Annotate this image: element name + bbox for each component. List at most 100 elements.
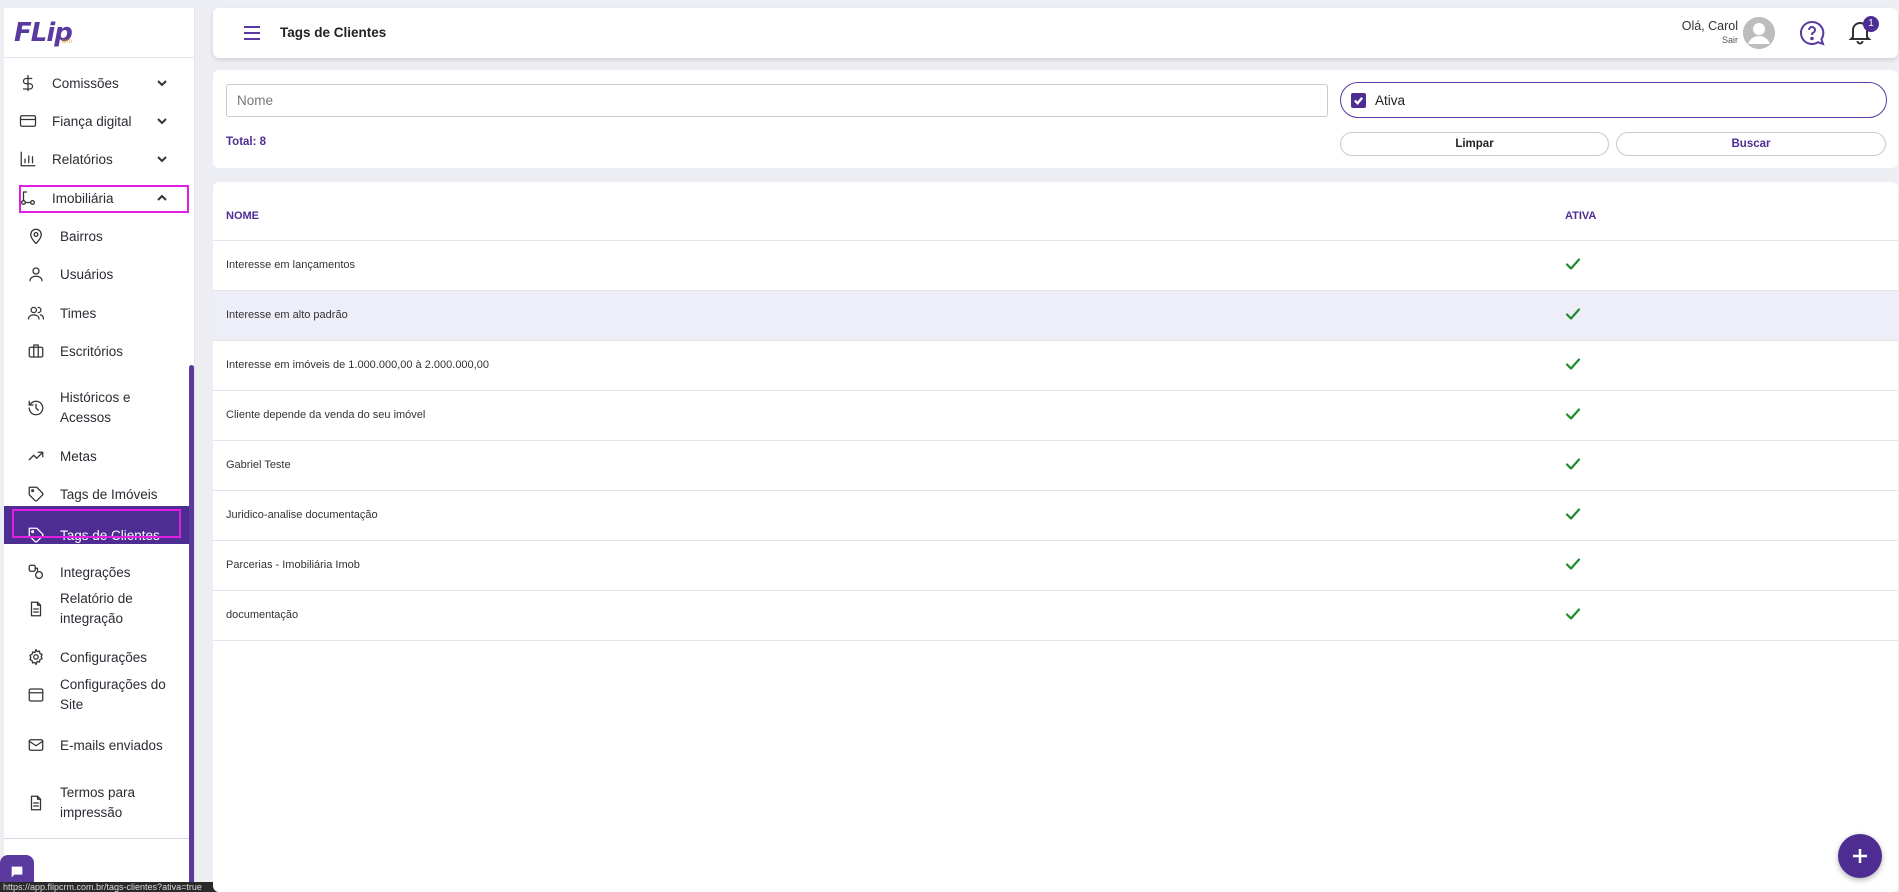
tag-icon xyxy=(26,525,46,545)
sidebar-item-label: Escritórios xyxy=(60,343,124,359)
search-button[interactable]: Buscar xyxy=(1616,132,1886,156)
column-header-ativa[interactable]: ATIVA xyxy=(1565,210,1596,222)
check-icon xyxy=(1565,456,1581,472)
greeting-name: Olá, Carol xyxy=(1681,19,1738,33)
table-row[interactable]: Interesse em alto padrão xyxy=(213,291,1898,341)
sidebar-item-usuarios[interactable]: Usuários xyxy=(4,259,190,289)
sidebar: FLip crm Comissões Fiança digital Relató… xyxy=(4,8,195,892)
sidebar-item-label: Times xyxy=(60,305,97,321)
logo[interactable]: FLip crm xyxy=(4,8,194,58)
notification-badge: 1 xyxy=(1863,16,1879,32)
sidebar-item-historicos[interactable]: Históricos e Acessos xyxy=(4,388,190,430)
sidebar-item-tags-imoveis[interactable]: Tags de Imóveis xyxy=(4,479,190,509)
flow-icon xyxy=(18,188,38,208)
sidebar-item-configuracoes-site[interactable]: Configurações do Site xyxy=(4,675,190,717)
table-row[interactable]: Juridico-analise documentação xyxy=(213,491,1898,541)
sidebar-item-fianca-digital[interactable]: Fiança digital xyxy=(4,106,190,136)
name-search-input[interactable] xyxy=(226,84,1328,117)
add-tag-button[interactable] xyxy=(1838,834,1882,878)
sidebar-item-imobiliaria[interactable]: Imobiliária xyxy=(4,183,190,213)
check-icon xyxy=(1565,556,1581,572)
bar-chart-icon xyxy=(18,149,38,169)
cell-name: Gabriel Teste xyxy=(226,459,291,471)
sidebar-item-label: E-mails enviados xyxy=(60,737,163,753)
table-row[interactable]: documentação xyxy=(213,591,1898,641)
sidebar-item-label: Relatórios xyxy=(52,151,113,167)
menu-icon[interactable] xyxy=(243,25,261,41)
check-icon xyxy=(1565,406,1581,422)
mail-icon xyxy=(26,735,46,755)
user-icon xyxy=(26,264,46,284)
plus-icon xyxy=(1853,849,1867,863)
table-row[interactable]: Cliente depende da venda do seu imóvel xyxy=(213,391,1898,441)
sidebar-item-configuracoes[interactable]: Configurações xyxy=(4,642,190,672)
sidebar-item-label: Metas xyxy=(60,448,97,464)
window-icon xyxy=(26,685,46,705)
cell-name: Parcerias - Imobiliária Imob xyxy=(226,559,360,571)
bell-icon[interactable]: 1 xyxy=(1846,16,1879,48)
briefcase-icon xyxy=(26,341,46,361)
logo-sub: crm xyxy=(61,38,72,45)
dollar-icon xyxy=(18,73,38,93)
cell-name: Interesse em lançamentos xyxy=(226,259,356,271)
ativa-checkbox[interactable] xyxy=(1351,92,1366,108)
sidebar-item-bairros[interactable]: Bairros xyxy=(4,221,190,251)
sidebar-item-label: Históricos e Acessos xyxy=(60,390,131,425)
help-icon[interactable] xyxy=(1798,19,1826,47)
sidebar-item-label: Usuários xyxy=(60,266,114,282)
sidebar-item-emails-enviados[interactable]: E-mails enviados xyxy=(4,730,190,760)
cell-name: Cliente depende da venda do seu imóvel xyxy=(226,409,426,421)
clear-button[interactable]: Limpar xyxy=(1340,132,1609,156)
file-icon xyxy=(26,599,46,619)
total-count: Total: 8 xyxy=(226,136,267,148)
sidebar-item-relatorio-integracao[interactable]: Relatório de integração xyxy=(4,589,190,631)
sidebar-item-termos-impressao[interactable]: Termos para impressão xyxy=(4,783,190,825)
user-greeting: Olá, Carol Sair xyxy=(1682,19,1738,45)
sidebar-item-label: Fiança digital xyxy=(52,113,132,129)
ativa-label: Ativa xyxy=(1375,92,1406,108)
sidebar-item-label: Tags de Imóveis xyxy=(60,486,158,502)
chat-icon xyxy=(11,866,23,878)
sidebar-scrollbar[interactable] xyxy=(189,365,194,892)
sidebar-item-label: Imobiliária xyxy=(52,190,114,206)
sidebar-item-times[interactable]: Times xyxy=(4,298,190,328)
cell-name: Juridico-analise documentação xyxy=(226,509,378,521)
table-row[interactable]: Gabriel Teste xyxy=(213,441,1898,491)
sidebar-item-escritorios[interactable]: Escritórios xyxy=(4,336,190,366)
table-row[interactable]: Interesse em imóveis de 1.000.000,00 à 2… xyxy=(213,341,1898,391)
sidebar-item-label: Bairros xyxy=(60,228,103,244)
sidebar-item-label: Tags de Clientes xyxy=(60,527,160,543)
sidebar-item-label: Comissões xyxy=(52,75,119,91)
avatar[interactable] xyxy=(1743,17,1775,49)
sidebar-item-integracoes[interactable]: Integrações xyxy=(4,557,190,587)
sidebar-item-relatorios[interactable]: Relatórios xyxy=(4,144,190,174)
tag-icon xyxy=(26,484,46,504)
sidebar-item-comissoes[interactable]: Comissões xyxy=(4,68,190,98)
sidebar-item-label: Integrações xyxy=(60,564,131,580)
sidebar-divider xyxy=(4,838,190,839)
trend-icon xyxy=(26,446,46,466)
sidebar-item-label: Configurações do Site xyxy=(60,677,166,712)
table-row[interactable]: Parcerias - Imobiliária Imob xyxy=(213,541,1898,591)
users-icon xyxy=(26,303,46,323)
check-icon xyxy=(1565,306,1581,322)
check-icon xyxy=(1565,256,1581,272)
sidebar-item-tags-clientes[interactable]: Tags de Clientes xyxy=(4,517,190,553)
document-icon xyxy=(26,793,46,813)
chevron-down-icon xyxy=(156,115,168,127)
sidebar-item-label: Termos para impressão xyxy=(60,785,136,820)
sidebar-item-metas[interactable]: Metas xyxy=(4,441,190,471)
map-pin-icon xyxy=(26,226,46,246)
ativa-filter-toggle[interactable]: Ativa xyxy=(1340,82,1887,118)
history-icon xyxy=(26,398,46,418)
top-header: Tags de Clientes Olá, Carol Sair 1 xyxy=(213,8,1898,58)
chevron-up-icon xyxy=(156,192,168,204)
integration-icon xyxy=(26,562,46,582)
logout-link[interactable]: Sair xyxy=(1682,35,1738,45)
cell-name: Interesse em alto padrão xyxy=(226,309,348,321)
table-row[interactable]: Interesse em lançamentos xyxy=(213,241,1898,291)
column-header-nome[interactable]: NOME xyxy=(226,210,259,222)
filter-panel: Ativa Total: 8 Limpar Buscar xyxy=(213,70,1898,168)
check-icon xyxy=(1565,506,1581,522)
cell-name: Interesse em imóveis de 1.000.000,00 à 2… xyxy=(226,359,489,371)
